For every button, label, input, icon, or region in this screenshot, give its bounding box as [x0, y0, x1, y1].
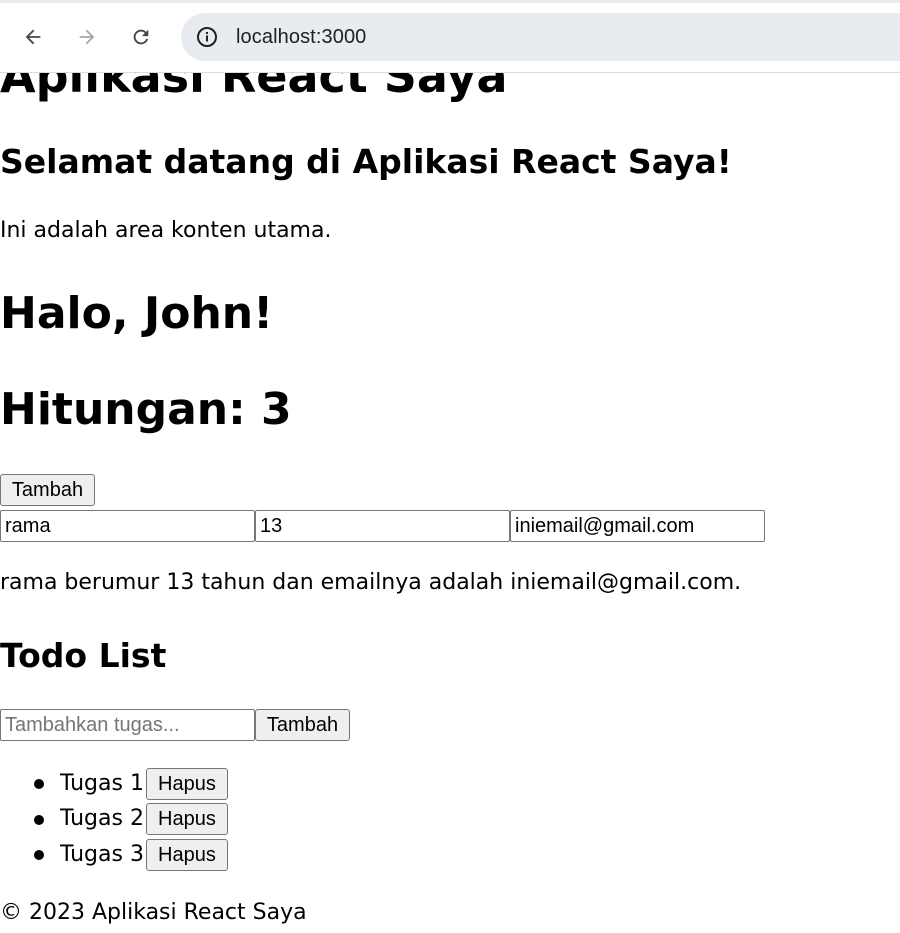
- delete-todo-button[interactable]: Hapus: [145, 803, 228, 836]
- bullet-icon: [34, 779, 44, 789]
- bullet-icon: [34, 850, 44, 860]
- todo-item-text: Tugas 3: [60, 841, 144, 867]
- todo-item: Tugas 2 Hapus: [0, 802, 228, 838]
- main-content-text: Ini adalah area konten utama.: [0, 218, 332, 243]
- user-summary: rama berumur 13 tahun dan emailnya adala…: [0, 570, 742, 595]
- todo-item-text: Tugas 2: [60, 806, 144, 832]
- counter-heading: Hitungan: 3: [0, 384, 292, 435]
- name-input[interactable]: [0, 510, 255, 542]
- browser-toolbar: localhost:3000: [0, 0, 900, 73]
- delete-todo-button[interactable]: Hapus: [145, 767, 228, 800]
- email-input[interactable]: [510, 510, 765, 542]
- arrow-right-icon: [79, 29, 95, 45]
- todo-list: Tugas 1 Hapus Tugas 2 Hapus Tugas 3 Hapu…: [0, 766, 228, 873]
- forward-button[interactable]: [72, 22, 102, 52]
- delete-todo-button[interactable]: Hapus: [145, 838, 228, 871]
- todo-item-text: Tugas 1: [60, 770, 144, 796]
- back-button[interactable]: [18, 22, 48, 52]
- info-icon[interactable]: [195, 25, 219, 49]
- add-todo-button[interactable]: Tambah: [255, 709, 350, 741]
- reload-icon: [133, 29, 149, 45]
- footer-text: © 2023 Aplikasi React Saya: [0, 900, 307, 925]
- todo-item: Tugas 3 Hapus: [0, 837, 228, 873]
- address-bar[interactable]: localhost:3000: [181, 13, 900, 61]
- age-input[interactable]: [255, 510, 510, 542]
- url-text: localhost:3000: [236, 26, 367, 48]
- todo-title: Todo List: [0, 636, 167, 675]
- greeting-heading: Halo, John!: [0, 288, 274, 339]
- todo-input[interactable]: [0, 709, 255, 741]
- welcome-heading: Selamat datang di Aplikasi React Saya!: [0, 142, 732, 181]
- bullet-icon: [34, 814, 44, 825]
- reload-button[interactable]: [126, 22, 156, 52]
- todo-item: Tugas 1 Hapus: [0, 766, 228, 802]
- arrow-left-icon: [25, 29, 41, 45]
- increment-button[interactable]: Tambah: [0, 474, 95, 506]
